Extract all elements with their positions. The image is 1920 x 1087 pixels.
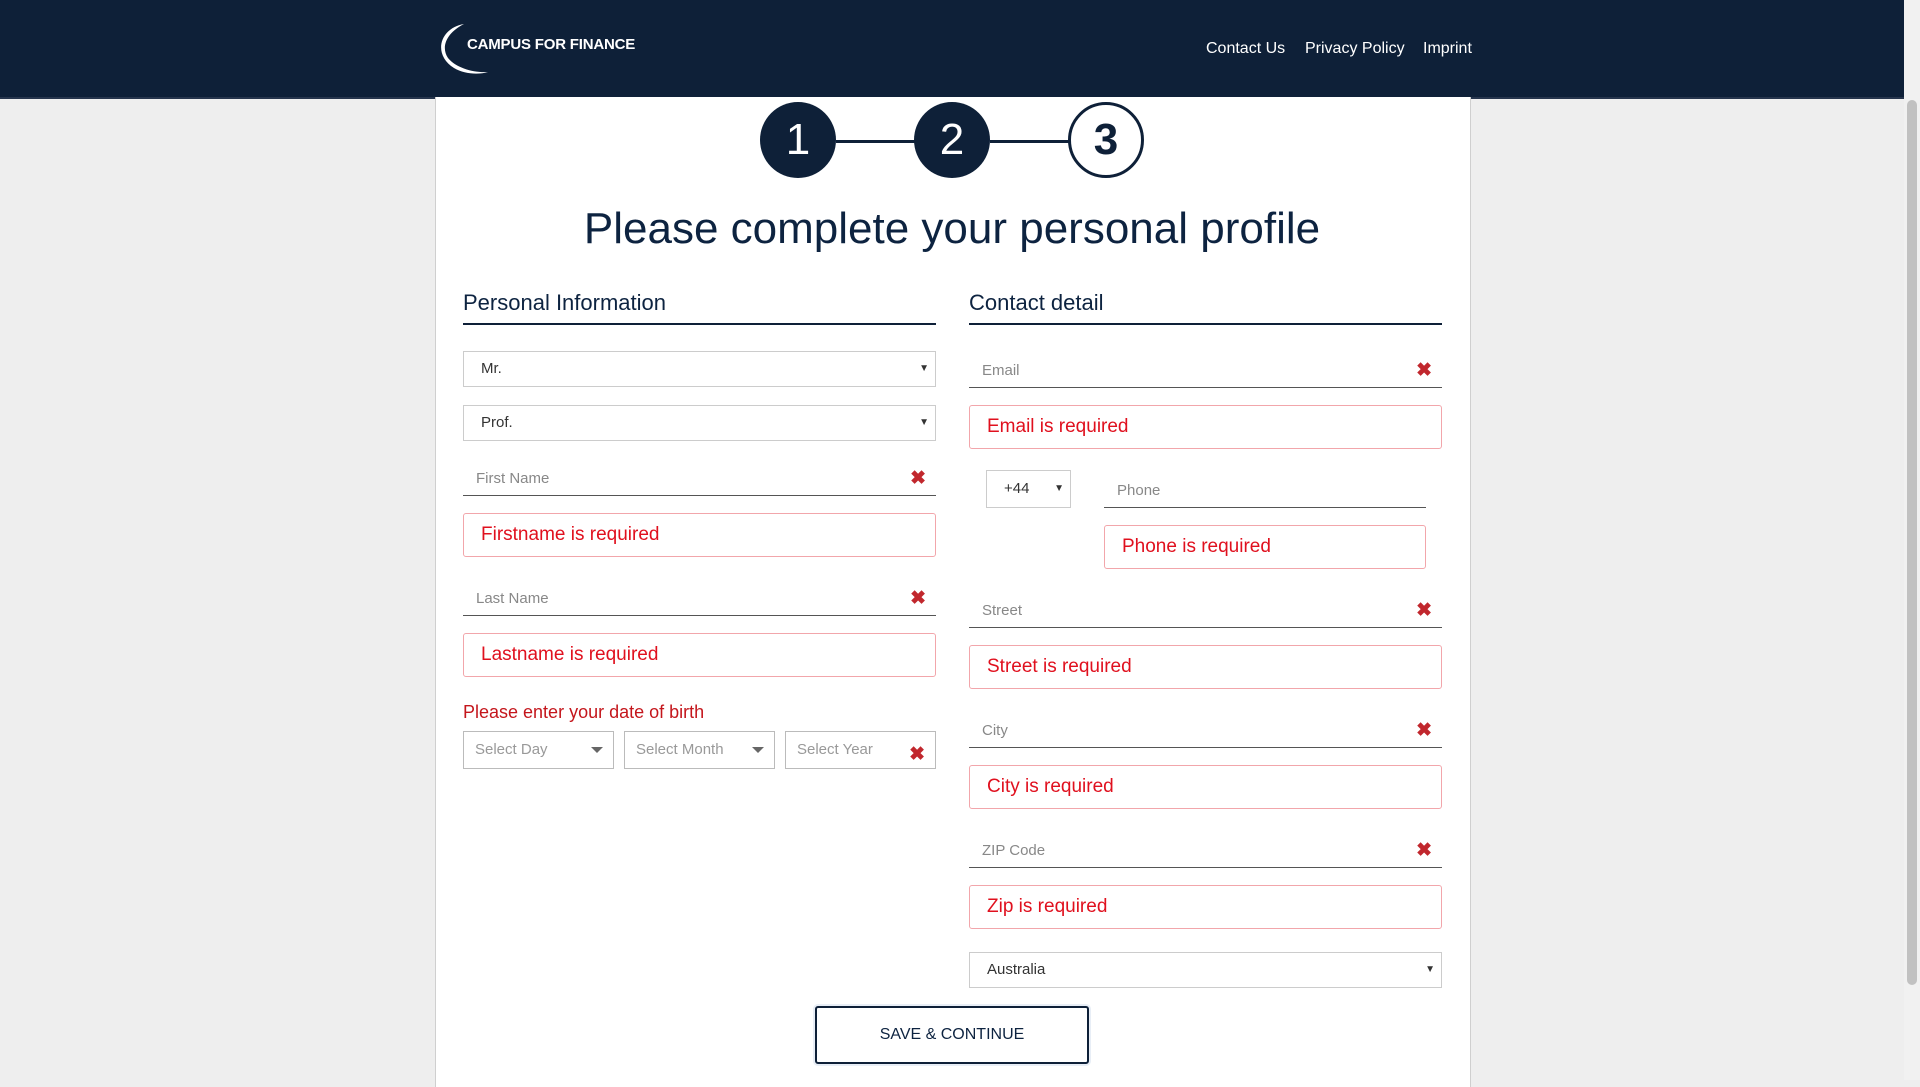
last-name-error: Lastname is required	[463, 633, 936, 677]
page-scrollbar[interactable]	[1904, 0, 1920, 1080]
step-connector-2-3	[990, 140, 1070, 143]
salutation-value: Mr.	[481, 360, 502, 377]
clear-icon[interactable]: ✖	[1416, 839, 1432, 862]
clear-icon[interactable]: ✖	[909, 737, 925, 773]
select-day-placeholder: Select Day	[475, 741, 548, 758]
clear-icon[interactable]: ✖	[910, 587, 926, 610]
email-placeholder: Email	[982, 362, 1020, 379]
phone-country-code-select[interactable]: +44 ▼	[986, 470, 1071, 508]
phone-code-value: +44	[1004, 480, 1030, 497]
top-navbar: CAMPUS FOR FINANCE Contact Us Privacy Po…	[0, 0, 1904, 99]
page-title: Please complete your personal profile	[583, 204, 1321, 253]
academic-title-select[interactable]: Prof. ▼	[463, 405, 936, 441]
first-name-input[interactable]: First Name ✖	[463, 460, 936, 496]
step-connector-1-2	[836, 140, 916, 143]
step-2: 2	[914, 102, 990, 178]
phone-placeholder: Phone	[1117, 482, 1161, 499]
nav-privacy-policy[interactable]: Privacy Policy	[1305, 40, 1405, 58]
chevron-down-icon: ▼	[1054, 483, 1064, 494]
select-year-dropdown[interactable]: Select Year ✖	[785, 731, 936, 769]
chevron-down-icon: ▼	[919, 363, 929, 374]
dropdown-arrow-icon	[752, 747, 764, 753]
save-and-continue-button[interactable]: SAVE & CONTINUE	[815, 1006, 1089, 1064]
salutation-select[interactable]: Mr. ▼	[463, 351, 936, 387]
select-month-placeholder: Select Month	[636, 741, 724, 758]
nav-imprint[interactable]: Imprint	[1423, 40, 1472, 58]
campus-for-finance-logo[interactable]: CAMPUS FOR FINANCE	[434, 20, 644, 78]
step-1: 1	[760, 102, 836, 178]
city-error: City is required	[969, 765, 1442, 809]
contact-detail-heading: Contact detail	[969, 290, 1104, 315]
personal-section-divider	[463, 323, 936, 325]
city-placeholder: City	[982, 722, 1008, 739]
last-name-input[interactable]: Last Name ✖	[463, 580, 936, 616]
chevron-down-icon: ▼	[919, 417, 929, 428]
first-name-placeholder: First Name	[476, 470, 550, 487]
chevron-down-icon: ▼	[1425, 964, 1435, 975]
zip-code-placeholder: ZIP Code	[982, 842, 1046, 859]
street-placeholder: Street	[982, 602, 1023, 619]
country-select[interactable]: Australia ▼	[969, 952, 1442, 988]
email-error: Email is required	[969, 405, 1442, 449]
step-3-current: 3	[1068, 102, 1144, 178]
street-input[interactable]: Street ✖	[969, 592, 1442, 628]
street-error: Street is required	[969, 645, 1442, 689]
phone-input[interactable]: Phone	[1104, 472, 1426, 508]
select-day-dropdown[interactable]: Select Day	[463, 731, 614, 769]
date-of-birth-label: Please enter your date of birth	[463, 702, 705, 722]
first-name-error: Firstname is required	[463, 513, 936, 557]
personal-information-heading: Personal Information	[463, 290, 666, 315]
logo-text: CAMPUS FOR FINANCE	[467, 36, 636, 53]
nav-contact-us[interactable]: Contact Us	[1206, 40, 1285, 58]
select-month-dropdown[interactable]: Select Month	[624, 731, 775, 769]
phone-error: Phone is required	[1104, 525, 1426, 569]
contact-section-divider	[969, 323, 1442, 325]
clear-icon[interactable]: ✖	[910, 467, 926, 490]
city-input[interactable]: City ✖	[969, 712, 1442, 748]
zip-code-input[interactable]: ZIP Code ✖	[969, 832, 1442, 868]
clear-icon[interactable]: ✖	[1416, 719, 1432, 742]
academic-title-value: Prof.	[481, 414, 513, 431]
clear-icon[interactable]: ✖	[1416, 359, 1432, 382]
select-year-placeholder: Select Year	[797, 741, 873, 758]
zip-code-error: Zip is required	[969, 885, 1442, 929]
scrollbar-thumb[interactable]	[1907, 100, 1917, 985]
email-input[interactable]: Email ✖	[969, 352, 1442, 388]
last-name-placeholder: Last Name	[476, 590, 549, 607]
dropdown-arrow-icon	[591, 747, 603, 753]
clear-icon[interactable]: ✖	[1416, 599, 1432, 622]
country-value: Australia	[987, 961, 1046, 978]
